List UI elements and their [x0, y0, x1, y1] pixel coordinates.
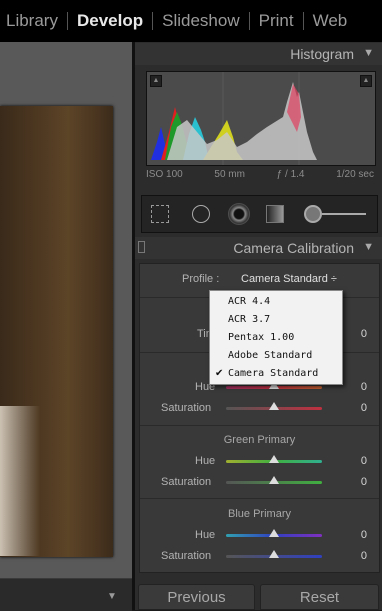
- camera-calibration-title: Camera Calibration: [233, 240, 354, 256]
- blue-primary-title: Blue Primary: [228, 508, 291, 520]
- slider-thumb[interactable]: [269, 402, 279, 410]
- highlight-clipping-toggle[interactable]: ▲: [360, 75, 372, 87]
- photo-preview: [0, 106, 113, 557]
- shadow-clipping-toggle[interactable]: ▲: [150, 75, 162, 87]
- collapse-triangle-icon[interactable]: ▼: [363, 241, 374, 253]
- aperture-value: ƒ / 1.4: [276, 169, 305, 180]
- histogram-header[interactable]: Histogram ▼: [135, 43, 382, 65]
- module-separator: [66, 12, 68, 30]
- slider-thumb[interactable]: [269, 476, 279, 484]
- profile-select[interactable]: Camera Standard ÷: [241, 273, 337, 285]
- exif-info: ISO 100 50 mm ƒ / 1.4 1/20 sec: [146, 169, 374, 180]
- module-separator: [302, 12, 304, 30]
- blue-saturation-label: Saturation: [161, 550, 212, 562]
- module-web[interactable]: Web: [313, 11, 348, 31]
- profile-label: Profile :: [182, 273, 220, 285]
- histogram-graph: ▲ ▲: [146, 71, 376, 166]
- profile-option-camera-standard[interactable]: Camera Standard: [228, 368, 318, 379]
- red-hue-value[interactable]: 0: [361, 381, 367, 393]
- graduated-filter-icon[interactable]: [266, 205, 284, 223]
- photo-highlight: [0, 406, 40, 556]
- divider: [140, 425, 379, 426]
- module-library[interactable]: Library: [6, 11, 58, 31]
- module-separator: [248, 12, 250, 30]
- profile-dropdown-menu: ACR 4.4 ACR 3.7 Pentax 1.00 Adobe Standa…: [209, 290, 343, 385]
- red-saturation-label: Saturation: [161, 402, 212, 414]
- green-hue-label: Hue: [195, 455, 216, 467]
- focal-length: 50 mm: [214, 169, 245, 180]
- crop-icon[interactable]: [151, 205, 169, 223]
- adjustment-brush-icon[interactable]: [304, 205, 322, 223]
- shutter-speed: 1/20 sec: [336, 169, 374, 180]
- module-develop[interactable]: Develop: [77, 11, 143, 31]
- iso-value: ISO 100: [146, 169, 183, 180]
- previous-button[interactable]: Previous: [138, 584, 255, 610]
- blue-saturation-value[interactable]: 0: [361, 550, 367, 562]
- spot-removal-icon[interactable]: [192, 205, 210, 223]
- profile-option-acr-3-7[interactable]: ACR 3.7: [228, 314, 270, 325]
- module-separator: [152, 12, 154, 30]
- green-saturation-label: Saturation: [161, 476, 212, 488]
- profile-option-pentax[interactable]: Pentax 1.00: [228, 332, 294, 343]
- green-hue-value[interactable]: 0: [361, 455, 367, 467]
- module-print[interactable]: Print: [259, 11, 294, 31]
- module-picker: Library Develop Slideshow Print Web: [0, 0, 382, 42]
- green-saturation-value[interactable]: 0: [361, 476, 367, 488]
- blue-hue-value[interactable]: 0: [361, 529, 367, 541]
- filmstrip-toggle-bar: ▼: [0, 578, 132, 611]
- profile-option-acr-4-4[interactable]: ACR 4.4: [228, 296, 270, 307]
- blue-hue-label: Hue: [195, 529, 216, 541]
- collapse-triangle-icon[interactable]: ▼: [107, 591, 117, 602]
- tool-strip: [141, 195, 378, 233]
- camera-calibration-header[interactable]: Camera Calibration ▼: [135, 237, 382, 259]
- slider-thumb[interactable]: [269, 529, 279, 537]
- green-primary-title: Green Primary: [223, 434, 296, 446]
- check-icon: ✔: [215, 368, 224, 379]
- module-slideshow[interactable]: Slideshow: [162, 11, 240, 31]
- divider: [140, 498, 379, 499]
- reset-button[interactable]: Reset: [260, 584, 379, 610]
- bottom-button-bar: Previous Reset: [135, 584, 382, 610]
- module-list: Library Develop Slideshow Print Web: [6, 11, 347, 31]
- slider-thumb[interactable]: [269, 455, 279, 463]
- histogram-title: Histogram: [290, 46, 354, 62]
- red-eye-icon[interactable]: [228, 203, 250, 225]
- histogram-plot: [151, 72, 317, 165]
- image-viewport[interactable]: [0, 42, 132, 578]
- collapse-triangle-icon[interactable]: ▼: [363, 47, 374, 59]
- brush-line-icon: [322, 213, 366, 215]
- tint-value[interactable]: 0: [361, 328, 367, 340]
- red-saturation-value[interactable]: 0: [361, 402, 367, 414]
- panel-switch-icon[interactable]: [138, 241, 145, 253]
- slider-thumb[interactable]: [269, 550, 279, 558]
- profile-option-adobe-standard[interactable]: Adobe Standard: [228, 350, 312, 361]
